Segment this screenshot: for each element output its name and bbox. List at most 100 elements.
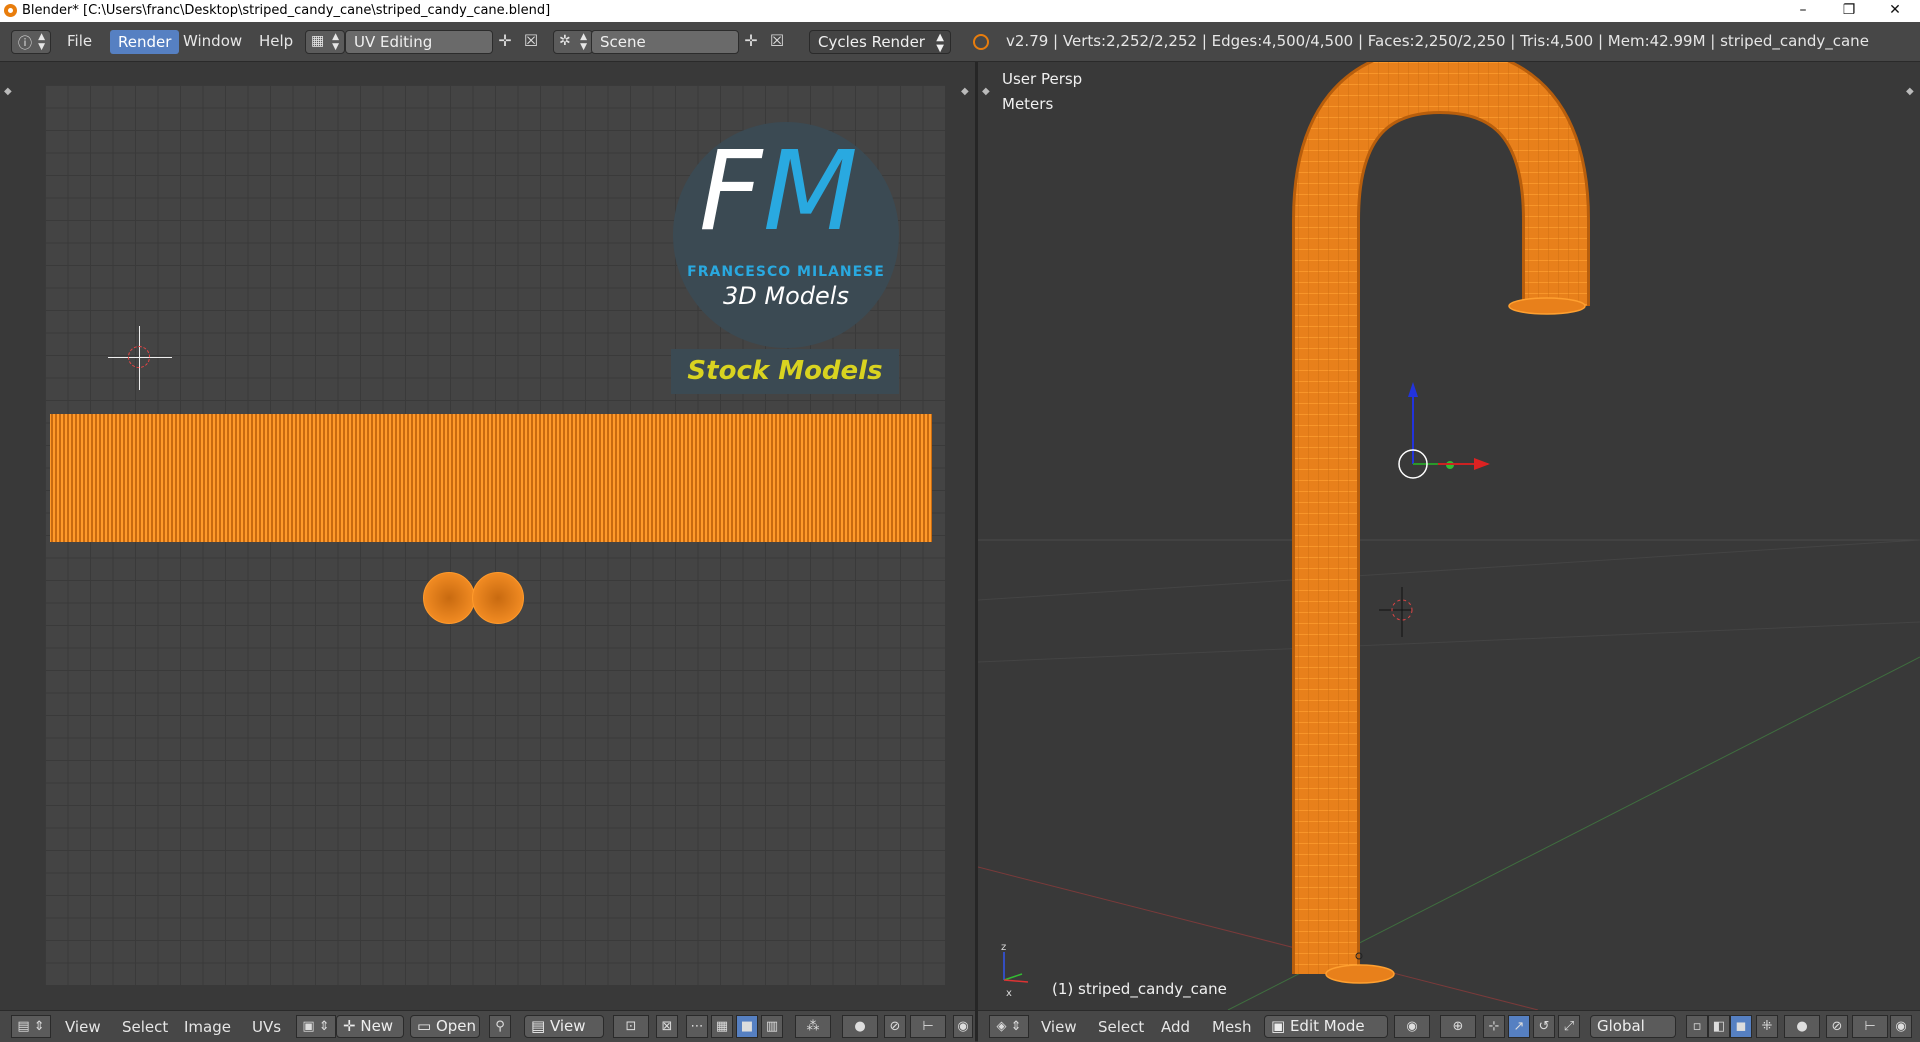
face-select-icon[interactable]: ■ [736,1015,758,1038]
fm-logo: F M FRANCESCO MILANESE 3D Models [673,122,899,348]
3d-viewport[interactable]: ◆ ◆ User Persp Meters z x (1) striped_ca… [978,62,1920,1010]
add-scene-icon[interactable]: ✛ [740,30,762,54]
sticky-mode-icon[interactable]: ⁂ [795,1015,831,1038]
translate-manipulator-icon[interactable]: ↗ [1508,1015,1530,1038]
menu-select[interactable]: Select [1098,1018,1144,1036]
3d-cursor-icon[interactable] [1379,587,1413,637]
uv-island-cap[interactable] [423,572,475,624]
grid-line [978,539,1920,601]
axis-gizmo: z x [1001,942,1029,999]
2d-cursor-icon[interactable] [108,326,172,390]
image-editor-icon: ▤ ⇕ [17,1019,45,1034]
uv-island-cap[interactable] [472,572,524,624]
transform-orientation-dropdown[interactable]: Global [1590,1015,1676,1038]
viewport-shading-icon[interactable]: ◉ [1394,1015,1430,1038]
remove-screen-icon[interactable]: ☒ [520,30,542,54]
candy-cane-mesh[interactable] [1295,62,1587,974]
proportional-edit-icon[interactable]: ● [842,1015,878,1038]
render-icon[interactable]: ◉ [1890,1015,1912,1038]
candy-cane-mesh-edge [1292,62,1590,974]
active-object-label: (1) striped_candy_cane [1052,980,1227,998]
folder-icon: ▭ [417,1017,436,1035]
menu-window[interactable]: Window [183,32,242,50]
vertex-select-icon[interactable]: ▫ [1686,1015,1708,1038]
face-select-icon[interactable]: ◼ [1730,1015,1752,1038]
screen-layout-selector[interactable]: ▦ ▲ ▼ [305,30,345,54]
view-mode-dropdown[interactable]: ▤ View [524,1015,604,1038]
screen-layout-field[interactable]: UV Editing [345,30,493,54]
manipulator-z-arrow-icon[interactable] [1408,382,1418,397]
snap-icon[interactable]: ⊘ [1826,1015,1848,1038]
logo-author-name: FRANCESCO MILANESE [687,264,885,280]
menu-add[interactable]: Add [1161,1018,1190,1036]
pivot-point-icon[interactable]: ⊕ [1440,1015,1476,1038]
menu-uvs[interactable]: UVs [252,1018,281,1036]
new-label: New [360,1017,394,1035]
scale-manipulator-icon[interactable]: ⤢ [1558,1015,1580,1038]
image-browse-button[interactable]: ▣ ⇕ [296,1015,336,1038]
editor-type-selector[interactable]: ◈ ⇕ [989,1015,1029,1038]
render-engine-dropdown[interactable]: Cycles Render ▲ ▼ [809,30,951,54]
mode-label: Edit Mode [1289,1017,1365,1035]
region-expand-icon[interactable]: ◆ [4,86,12,97]
menu-render[interactable]: Render [110,30,180,54]
remove-scene-icon[interactable]: ☒ [766,30,788,54]
menu-view[interactable]: View [1041,1018,1077,1036]
close-button[interactable]: ✕ [1872,0,1918,22]
chevron-updown-icon: ▲ ▼ [936,32,944,54]
snap-target-icon[interactable]: ⊢ [910,1015,946,1038]
scene-selector[interactable]: ✲ ▲ ▼ [553,30,593,54]
viewport-header: ◈ ⇕ View Select Add Mesh ▣ Edit Mode ◉ ⊕… [978,1010,1920,1042]
viewport-scene: z x [978,62,1920,1010]
candy-cane-base-cap[interactable] [1325,964,1395,984]
stock-models-banner: Stock Models [671,349,899,394]
mode-dropdown[interactable]: ▣ Edit Mode [1264,1015,1388,1038]
logo-letter-f: F [699,127,763,255]
edge-select-icon[interactable]: ▦ [711,1015,733,1038]
manipulator-x-arrow-icon[interactable] [1474,458,1490,470]
snap-element-icon[interactable]: ⊢ [1852,1015,1888,1038]
edit-mode-icon: ▣ [1271,1017,1290,1035]
plus-icon: ✛ [343,1017,361,1035]
editor-type-selector[interactable]: ⓘ ▲ ▼ [11,30,51,54]
vertex-select-icon[interactable]: ⋯ [686,1015,708,1038]
pin-icon[interactable]: ⚲ [489,1015,511,1038]
layout-grid-icon: ▦ [311,33,325,49]
window-titlebar: Blender* [C:\Users\franc\Desktop\striped… [0,0,1920,22]
menu-select[interactable]: Select [122,1018,168,1036]
new-image-button[interactable]: ✛ New [336,1015,404,1038]
proportional-edit-icon[interactable]: ● [1784,1015,1820,1038]
island-select-icon[interactable]: ▥ [761,1015,783,1038]
menu-help[interactable]: Help [259,32,293,50]
minimize-button[interactable]: – [1780,0,1826,22]
menu-file[interactable]: File [67,32,92,50]
chevron-updown-icon: ▲ ▼ [38,32,45,52]
edge-select-icon[interactable]: ◧ [1708,1015,1730,1038]
window-title: Blender* [C:\Users\franc\Desktop\striped… [22,3,551,18]
svg-text:z: z [1001,942,1006,953]
image-icon: ▣ ⇕ [302,1019,330,1034]
svg-text:x: x [1006,988,1012,999]
menu-mesh[interactable]: Mesh [1212,1018,1252,1036]
editor-type-selector[interactable]: ▤ ⇕ [11,1015,51,1038]
chevron-updown-icon: ▲ ▼ [580,32,587,52]
pivot-icon[interactable]: ⊡ [613,1015,649,1038]
menu-image[interactable]: Image [184,1018,231,1036]
scene-field[interactable]: Scene [591,30,739,54]
snap-icon[interactable]: ⊘ [884,1015,906,1038]
rotate-manipulator-icon[interactable]: ↺ [1533,1015,1555,1038]
region-expand-icon[interactable]: ◆ [961,86,969,97]
orientation-label: Global [1597,1017,1645,1035]
uv-island-strip[interactable] [50,414,932,542]
add-screen-icon[interactable]: ✛ [494,30,516,54]
menu-view[interactable]: View [65,1018,101,1036]
info-header: ⓘ ▲ ▼ File Render Window Help ▦ ▲ ▼ UV Edi… [0,22,1920,62]
open-label: Open [435,1017,477,1035]
manipulator-toggle-icon[interactable]: ⊹ [1483,1015,1505,1038]
sync-selection-icon[interactable]: ⊠ [656,1015,678,1038]
restore-button[interactable]: ❐ [1826,0,1872,22]
render-icon[interactable]: ◉ [953,1015,973,1038]
limit-selection-icon[interactable]: ⁜ [1756,1015,1778,1038]
candy-cane-end-cap[interactable] [1508,297,1586,315]
open-image-button[interactable]: ▭ Open [410,1015,480,1038]
